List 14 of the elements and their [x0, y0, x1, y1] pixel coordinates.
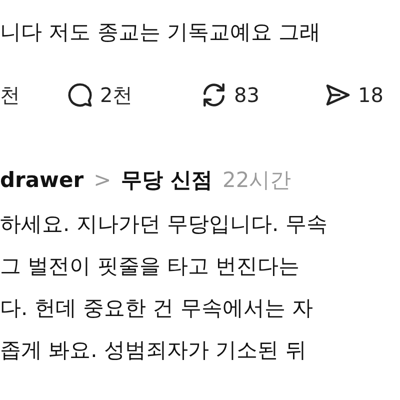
like-count: 천: [0, 82, 20, 108]
share-count: 18: [358, 83, 384, 107]
reply-text-line: 하세요. 지나가던 무당입니다. 무속: [0, 211, 328, 238]
post-text: 니다 저도 종교는 기독교예요 그래: [0, 19, 322, 46]
reply-text-line: 좁게 봐요. 성범죄자가 기소된 뒤: [0, 337, 308, 364]
speech-bubble-icon[interactable]: [66, 81, 94, 109]
post-time: 22시간: [222, 167, 292, 194]
repost-count: 83: [234, 83, 260, 107]
username[interactable]: drawer: [0, 168, 84, 192]
reply-text-line: 그 벌전이 핏줄을 타고 번진다는: [0, 253, 301, 280]
reply-count: 2천: [100, 82, 133, 108]
reply-text-line: 다. 헌데 중요한 건 무속에서는 자: [0, 295, 314, 322]
chevron-separator: >: [94, 168, 112, 192]
topic-tag[interactable]: 무당 신점: [121, 166, 212, 194]
